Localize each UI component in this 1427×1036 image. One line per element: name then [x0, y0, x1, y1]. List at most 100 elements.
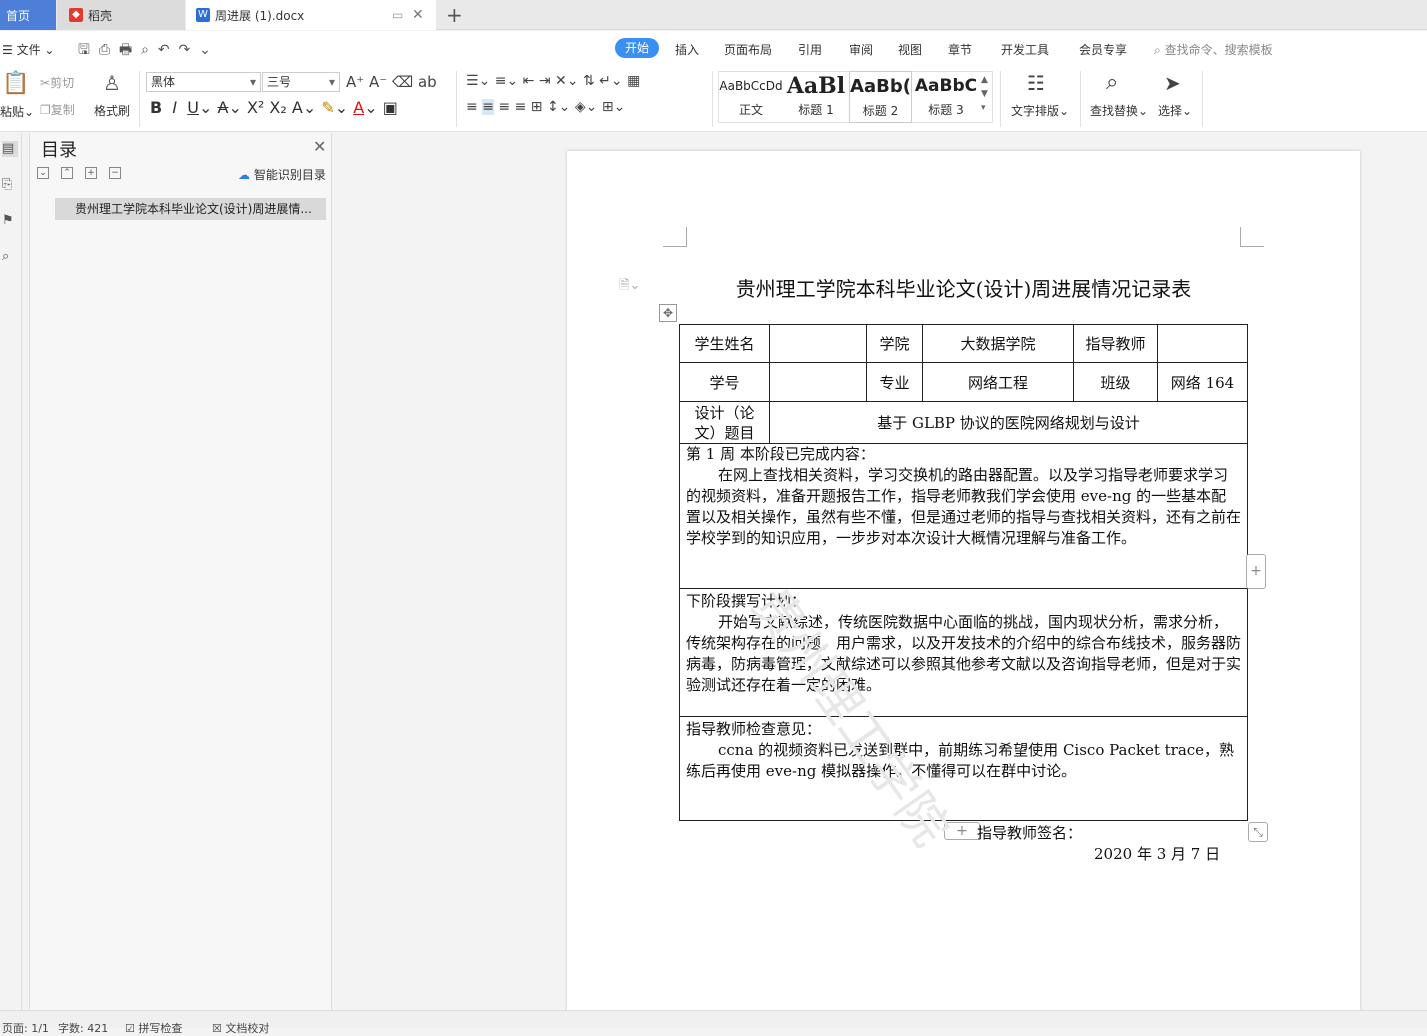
divider	[139, 71, 140, 127]
copy-button[interactable]: ❐复制	[40, 101, 75, 118]
menu-developer[interactable]: 开发工具	[1001, 41, 1049, 58]
menu-view[interactable]: 视图	[898, 41, 922, 58]
tab-daoke[interactable]: ◆稻壳	[57, 0, 185, 30]
style-heading-3[interactable]: AaBbC标题 3	[914, 71, 978, 123]
smart-toc-button[interactable]: ☁ 智能识别目录	[238, 166, 326, 183]
close-tab-icon[interactable]: ✕	[412, 7, 424, 23]
find-replace-button[interactable]: 查找替换⌄	[1090, 102, 1148, 119]
toc-nav-icon[interactable]: ▤	[2, 141, 18, 157]
underline-icon[interactable]: U	[187, 98, 199, 117]
undo-icon[interactable]: ↶	[158, 42, 170, 58]
align-center-icon[interactable]: ≡	[482, 99, 494, 115]
increase-indent-icon[interactable]: ⇥	[539, 73, 551, 89]
italic-icon[interactable]: I	[172, 98, 177, 117]
table-resize-handle-icon[interactable]: ⤡	[1248, 822, 1268, 842]
file-menu[interactable]: ☰ 文件 ⌄	[2, 41, 54, 58]
proofread-toggle[interactable]: ☒ 文档校对	[212, 1020, 269, 1036]
word-count[interactable]: 字数: 421	[58, 1020, 108, 1036]
shading-icon[interactable]: ◈	[575, 99, 586, 115]
tab-document[interactable]: W周进展 (1).docx▭✕	[186, 0, 436, 30]
phonetic-icon[interactable]: ab	[418, 73, 437, 91]
toc-entry[interactable]: 贵州理工学院本科毕业论文(设计)周进展情...	[55, 198, 326, 220]
align-left-icon[interactable]: ≡	[466, 99, 478, 115]
tab-home[interactable]: 首页	[0, 0, 56, 30]
table-cell: 网络 164	[1158, 363, 1248, 402]
table-cell[interactable]	[770, 325, 867, 363]
menu-review[interactable]: 审阅	[849, 41, 873, 58]
menu-chapter[interactable]: 章节	[948, 41, 972, 58]
table-cell: 设计（论文）题目	[680, 402, 770, 444]
table-cell[interactable]	[770, 363, 867, 402]
style-heading-1[interactable]: AaBl标题 1	[785, 71, 847, 123]
bold-icon[interactable]: B	[150, 98, 162, 117]
style-heading-2-label: 标题 2	[850, 102, 911, 119]
page-count[interactable]: 页面: 1/1	[2, 1020, 49, 1036]
select-button[interactable]: 选择⌄	[1158, 102, 1192, 119]
table-cell[interactable]	[1158, 325, 1248, 363]
menu-bar: ☰ 文件 ⌄ 🖫 ⎙ 🖶 ⌕ ↶ ↷ ⌄ 开始 插入 页面布局 引用 审阅 视图…	[0, 31, 1427, 65]
subscript-icon[interactable]: X₂	[269, 98, 286, 117]
menu-page-layout[interactable]: 页面布局	[724, 41, 772, 58]
cut-label: 剪切	[50, 76, 74, 90]
distribute-icon[interactable]: ⊞	[531, 99, 543, 115]
expand-icon[interactable]: +	[85, 167, 97, 179]
font-family-select[interactable]: 黑体▾	[146, 72, 261, 92]
search-icon[interactable]: ⌕	[2, 249, 18, 265]
chinese-layout-icon[interactable]: ✕	[555, 73, 567, 89]
bookmark-icon[interactable]: ⚑	[2, 213, 18, 229]
shrink-font-icon[interactable]: A⁻	[369, 73, 387, 91]
collapse-up-icon[interactable]: ⌃	[61, 167, 73, 179]
char-border-icon[interactable]: ▣	[383, 98, 398, 117]
style-normal[interactable]: AaBbCcDd正文	[719, 71, 783, 123]
completed-content-cell[interactable]: 第 1 周 本阶段已完成内容： 在网上查找相关资料，学习交换机的路由器配置。以及…	[680, 444, 1248, 589]
table-move-handle-icon[interactable]: ✥	[659, 304, 677, 322]
superscript-icon[interactable]: X²	[247, 98, 264, 117]
paste-icon[interactable]: 📋	[2, 71, 29, 96]
new-tab-button[interactable]: +	[446, 3, 463, 27]
styles-scroll[interactable]: ▲▼▾	[981, 73, 988, 115]
highlight-icon[interactable]: ✎	[321, 98, 334, 117]
chapter-nav-icon[interactable]: ⎘	[2, 177, 18, 193]
grow-font-icon[interactable]: A⁺	[346, 73, 364, 91]
tab-float-icon[interactable]: ▭	[392, 8, 403, 22]
quick-access-toolbar: 🖫 ⎙ 🖶 ⌕ ↶ ↷ ⌄	[78, 39, 211, 63]
save-icon[interactable]: 🖫	[78, 42, 90, 58]
text-layout-button[interactable]: 文字排版⌄	[1011, 102, 1069, 119]
spell-check-toggle[interactable]: ☑ 拼写检查	[125, 1020, 182, 1036]
menu-references[interactable]: 引用	[798, 41, 822, 58]
clear-format-icon[interactable]: ⌫	[392, 73, 413, 91]
font-color-icon[interactable]: A	[353, 98, 364, 117]
font-size-select[interactable]: 三号▾	[262, 72, 340, 92]
review-content-cell[interactable]: 指导教师检查意见： ccna 的视频资料已发送到群中，前期练习希望使用 Cisc…	[680, 717, 1248, 821]
divider	[1080, 71, 1081, 127]
format-painter-button[interactable]: 格式刷	[94, 102, 130, 119]
print-preview-icon[interactable]: ⌕	[141, 42, 149, 58]
borders-icon[interactable]: ⊞	[602, 99, 614, 115]
bullet-list-icon[interactable]: ☰	[466, 73, 479, 89]
cut-button[interactable]: ✂剪切	[40, 74, 74, 91]
strikethrough-icon[interactable]: A	[217, 98, 228, 117]
font-effect-icon[interactable]: A	[292, 98, 303, 117]
sort-icon[interactable]: ⇅	[583, 73, 595, 89]
menu-insert[interactable]: 插入	[675, 41, 699, 58]
table-tools-icon[interactable]: ▦	[627, 73, 640, 89]
collapse-down-icon[interactable]: ⌄	[37, 167, 49, 179]
align-right-icon[interactable]: ≡	[498, 99, 510, 115]
paste-button[interactable]: 粘贴⌄	[0, 103, 34, 120]
style-heading-2[interactable]: AaBb(标题 2	[849, 71, 912, 123]
customize-icon[interactable]: ⌄	[199, 42, 211, 58]
close-icon[interactable]: ✕	[313, 137, 326, 156]
add-column-button[interactable]: +	[1246, 554, 1266, 589]
menu-member[interactable]: 会员专享	[1079, 41, 1127, 58]
justify-icon[interactable]: ≡	[515, 99, 527, 115]
redo-icon[interactable]: ↷	[178, 42, 190, 58]
line-spacing-icon[interactable]: ↕	[547, 99, 559, 115]
decrease-indent-icon[interactable]: ⇤	[523, 73, 535, 89]
export-pdf-icon[interactable]: ⎙	[99, 42, 110, 58]
menu-start[interactable]: 开始	[615, 38, 659, 58]
number-list-icon[interactable]: ≡	[495, 73, 507, 89]
command-search[interactable]: ⌕ 查找命令、搜索模板	[1154, 41, 1273, 58]
paragraph-mark-icon[interactable]: ↵	[599, 73, 611, 89]
print-icon[interactable]: 🖶	[119, 42, 132, 58]
collapse-icon[interactable]: −	[109, 167, 121, 179]
